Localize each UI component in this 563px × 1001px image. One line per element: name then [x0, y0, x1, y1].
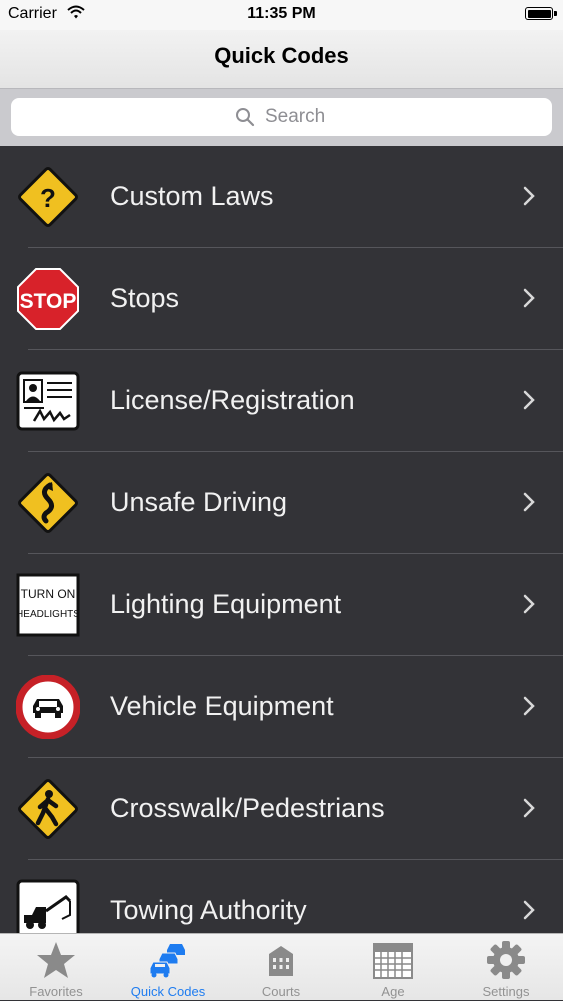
license-card-icon: [16, 371, 80, 431]
navigation-bar: Quick Codes: [0, 30, 563, 88]
tab-label: Quick Codes: [130, 984, 206, 999]
list-item-label: Unsafe Driving: [110, 487, 288, 517]
category-list: ? Custom Laws STOP Stops License/Registr…: [0, 146, 563, 933]
turn-on-headlights-sign-icon: TURN ON HEADLIGHTS: [16, 573, 80, 637]
chevron-right-icon: [523, 390, 535, 410]
cars-icon: [149, 944, 185, 978]
list-item-lighting-equipment[interactable]: TURN ON HEADLIGHTS Lighting Equipment: [0, 554, 563, 656]
list-item-label: Towing Authority: [110, 895, 307, 925]
list-item-label: Lighting Equipment: [110, 589, 342, 619]
svg-text:HEADLIGHTS: HEADLIGHTS: [16, 609, 80, 620]
search-icon: [236, 108, 255, 127]
chevron-right-icon: [523, 492, 535, 512]
pedestrian-crossing-sign-icon: [18, 779, 78, 839]
page-title: Quick Codes: [214, 43, 349, 68]
list-item-label: Vehicle Equipment: [110, 691, 334, 721]
list-item-stops[interactable]: STOP Stops: [0, 248, 563, 350]
search-bar: Search: [0, 88, 563, 146]
tab-settings[interactable]: Settings: [450, 934, 562, 1001]
tow-truck-sign-icon: [16, 879, 80, 933]
search-input[interactable]: Search: [11, 98, 552, 136]
chevron-right-icon: [523, 696, 535, 716]
list-item-unsafe-driving[interactable]: Unsafe Driving: [0, 452, 563, 554]
tab-favorites[interactable]: Favorites: [0, 934, 112, 1001]
stop-sign-icon: STOP: [17, 268, 79, 330]
list-item-license-registration[interactable]: License/Registration: [0, 350, 563, 452]
status-time: 11:35 PM: [247, 5, 316, 22]
tab-bar: Favorites Quick Codes Courts Age Setting…: [0, 933, 563, 1000]
list-item-crosswalk-pedestrians[interactable]: Crosswalk/Pedestrians: [0, 758, 563, 860]
list-item-custom-laws[interactable]: ? Custom Laws: [0, 146, 563, 248]
list-item-vehicle-equipment[interactable]: Vehicle Equipment: [0, 656, 563, 758]
no-vehicles-sign-icon: [16, 675, 80, 739]
chevron-right-icon: [523, 186, 535, 206]
svg-text:?: ?: [40, 183, 56, 213]
courthouse-icon: [269, 946, 293, 976]
tab-label: Age: [381, 984, 405, 999]
chevron-right-icon: [523, 798, 535, 818]
list-item-label: License/Registration: [110, 385, 355, 415]
tab-label: Settings: [482, 984, 530, 999]
tab-label: Favorites: [29, 984, 83, 999]
chevron-right-icon: [523, 594, 535, 614]
winding-road-sign-icon: [18, 473, 78, 533]
gear-icon: [487, 941, 525, 979]
tab-courts[interactable]: Courts: [225, 934, 337, 1001]
status-bar: Carrier 11:35 PM: [0, 0, 563, 30]
battery-icon: [525, 7, 557, 20]
question-diamond-sign-icon: ?: [18, 167, 78, 227]
tab-quick-codes[interactable]: Quick Codes: [112, 934, 224, 1001]
list-item-towing-authority[interactable]: Towing Authority: [0, 860, 563, 933]
star-icon: [37, 942, 75, 978]
chevron-right-icon: [523, 288, 535, 308]
list-item-label: Stops: [110, 283, 180, 313]
chevron-right-icon: [523, 900, 535, 920]
tab-age[interactable]: Age: [337, 934, 449, 1001]
svg-text:TURN ON: TURN ON: [21, 587, 76, 601]
list-item-label: Custom Laws: [110, 181, 274, 211]
list-item-label: Crosswalk/Pedestrians: [110, 793, 385, 823]
svg-text:STOP: STOP: [20, 290, 77, 313]
search-placeholder: Search: [265, 106, 326, 127]
calendar-icon: [373, 943, 413, 979]
tab-label: Courts: [261, 984, 301, 999]
